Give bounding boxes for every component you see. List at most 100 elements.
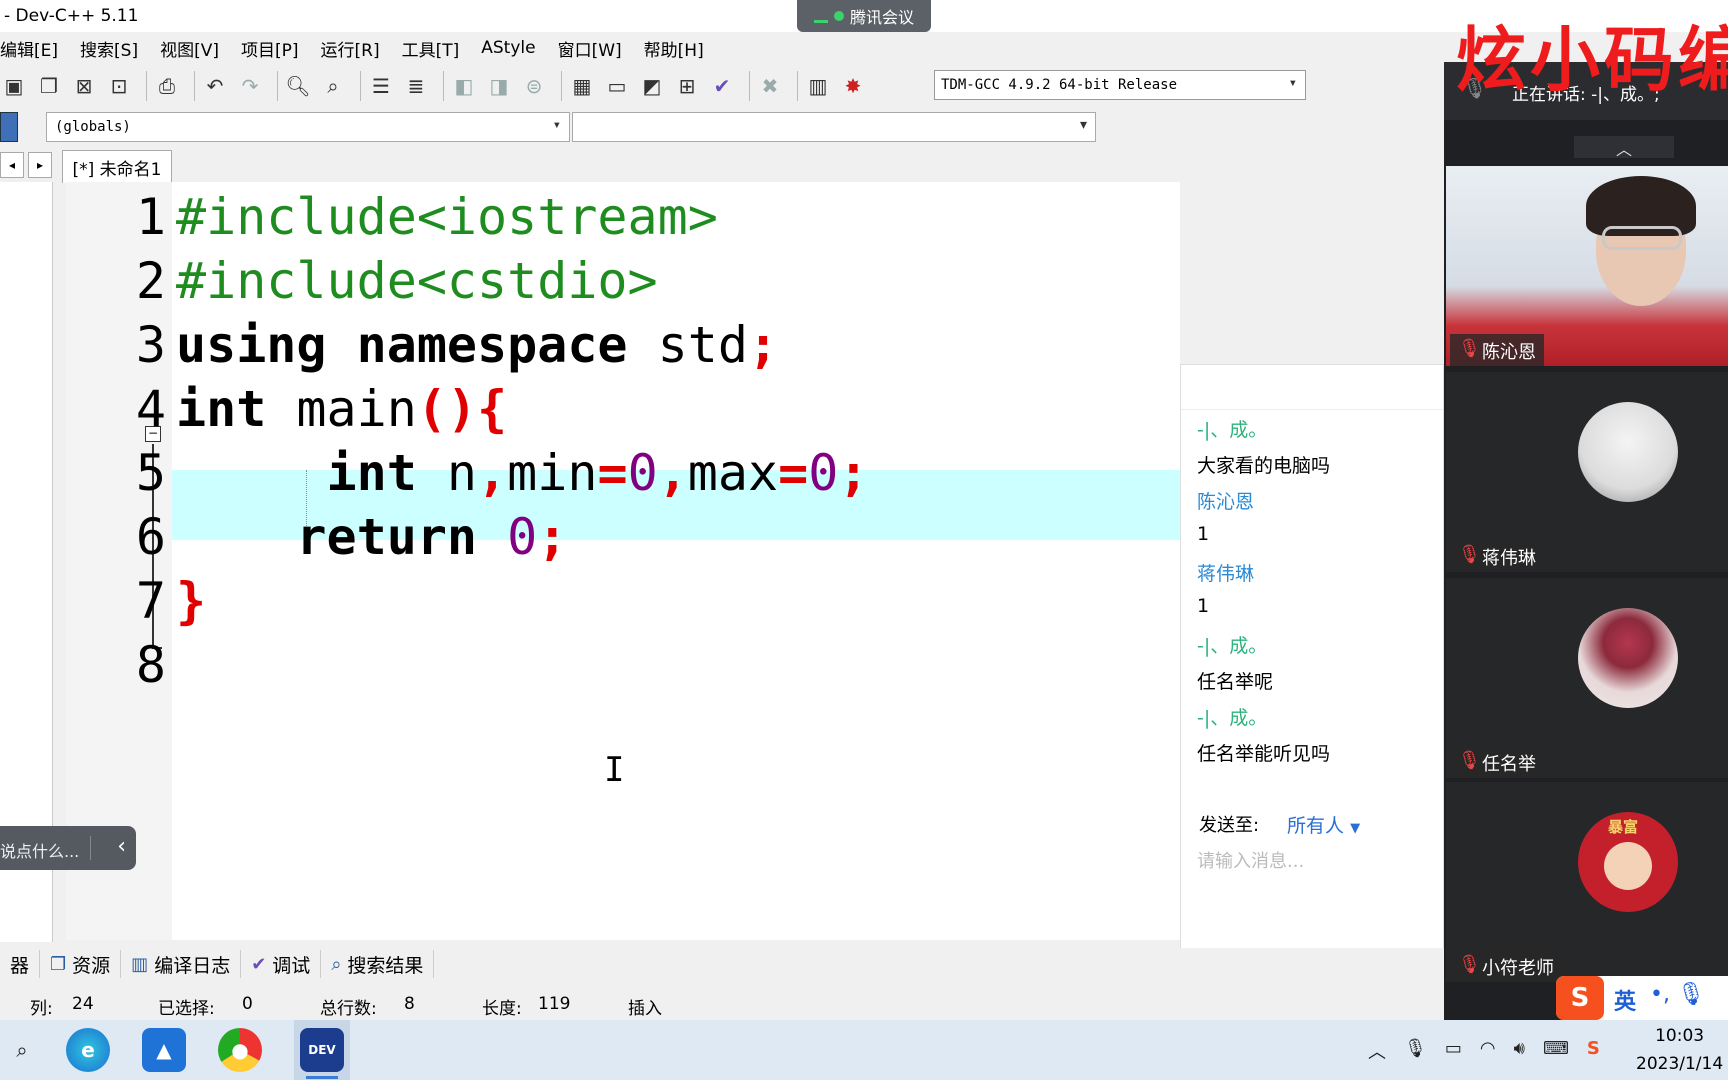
code-token: 0 [507,508,538,566]
code-token: ; [537,508,568,566]
collapse-button[interactable]: ︿ [1574,136,1674,159]
signal-icon [813,10,828,23]
line-number: 4 [135,380,166,438]
menu-project[interactable]: 项目[P] [241,36,299,61]
close-all-icon[interactable]: ⊡ [105,72,133,100]
menu-help[interactable]: 帮助[H] [644,36,704,61]
tab-resources[interactable]: ❐ 资源 [40,950,122,978]
code-token: } [176,572,207,630]
chat-input[interactable]: 请输入消息... [1197,847,1304,873]
ime-lang[interactable]: 英 [1614,984,1636,1016]
col-label: 列: [30,999,53,1019]
grid-icon[interactable]: ⊞ [673,72,701,100]
profile-delete-icon[interactable]: ✸ [839,72,867,100]
volume-icon[interactable]: 🔊︎ [1514,1038,1525,1064]
ime-bar[interactable]: S 英 •, 🎙︎ [1556,976,1728,1020]
chevron-down-icon: ▾ [1079,117,1087,133]
code-token: int [176,380,267,438]
tab-next-icon[interactable]: ▸ [28,152,52,178]
save-all-icon[interactable]: ❐ [35,72,63,100]
code-token: , [657,444,688,502]
edge-icon[interactable]: e [66,1028,110,1072]
menu-search[interactable]: 搜索[S] [80,36,138,61]
code-token: #include<iostream> [176,188,718,246]
window-icon[interactable]: ▭ [603,72,631,100]
compiler-value: TDM-GCC 4.9.2 64-bit Release [941,77,1178,93]
close-file-icon[interactable]: ⊠ [70,72,98,100]
menu-astyle[interactable]: AStyle [481,38,535,58]
line-number: 5 [135,444,166,502]
find-icon[interactable]: 🔍︎ [284,72,312,100]
replace-icon[interactable]: ⌕ [319,72,347,100]
menu-view[interactable]: 视图[V] [160,36,219,61]
print-icon[interactable]: ⎙ [153,72,181,100]
class-browser-icon[interactable] [0,112,18,142]
chat-sender-name: 蒋伟琳 [1197,563,1255,585]
search-icon[interactable]: ⌕ [0,1028,44,1072]
save-icon[interactable]: ▣ [0,72,28,100]
code-token: 0 [627,444,658,502]
colors-icon[interactable]: ◩ [638,72,666,100]
devcpp-icon[interactable]: DEV [300,1028,344,1072]
function-select[interactable]: ▾ [572,112,1096,142]
menu-edit[interactable]: 编辑[E] [0,36,58,61]
code-editor[interactable]: − #include<iostream> #include<cstdio> usin… [66,182,1180,940]
glasses [1602,226,1682,250]
code-line: #include<cstdio> [176,246,658,316]
unindent-icon[interactable]: ≣ [402,72,430,100]
sogou-tray-icon[interactable]: S [1587,1038,1600,1064]
check-icon[interactable]: ✔ [708,72,736,100]
chrome-icon[interactable]: ● [218,1028,262,1072]
chevron-down-icon: ▾ [1288,75,1297,91]
menu-tools[interactable]: 工具[T] [402,36,460,61]
system-tray: ︿ 🎙︎ ▭ ◠ 🔊︎ ⌨ S [1368,1038,1600,1064]
goto-line-icon[interactable]: ⊜ [520,72,548,100]
code-token: using namespace [176,316,658,374]
tab-label: 器 [10,954,30,977]
scope-select[interactable]: (globals) ▾ [46,112,570,142]
avatar-badge: 暴富 [1608,818,1639,836]
redo-icon[interactable]: ↷ [236,72,264,100]
tab-compiler[interactable]: 器 [0,950,41,978]
meeting-indicator[interactable]: 腾讯会议 [797,0,931,32]
tab-compile-log[interactable]: ▥ 编译日志 [121,950,242,978]
send-to-select[interactable]: 所有人 ▼ [1287,811,1360,838]
chart-icon[interactable]: ▥ [804,72,832,100]
participant-name: 小符老师 [1482,958,1554,979]
brand-watermark: 炫小码编 [1456,19,1728,101]
compiler-select[interactable]: TDM-GCC 4.9.2 64-bit Release ▾ [934,70,1306,100]
chevron-up-icon[interactable]: ︿ [1368,1038,1386,1064]
indent-icon[interactable]: ☰ [367,72,395,100]
meeting-app-icon[interactable]: ▲ [142,1028,186,1072]
chevron-left-icon[interactable]: ‹ [117,834,126,859]
participant-name: 任名举 [1482,754,1536,775]
tab-file[interactable]: [*] 未命名1 [62,150,172,183]
bookmark-next-icon[interactable]: ◨ [485,72,513,100]
participant-video[interactable]: 🎙︎ 陈沁恩 [1446,166,1728,366]
bookmark-prev-icon[interactable]: ◧ [450,72,478,100]
new-class-icon[interactable]: ▦ [568,72,596,100]
lines-value: 8 [404,994,415,1014]
participant-tile[interactable]: 暴富 🎙︎ 小符老师 [1446,782,1728,982]
participant-tile[interactable]: 🎙︎ 蒋伟琳 [1446,372,1728,572]
undo-icon[interactable]: ↶ [201,72,229,100]
tab-debug[interactable]: ✔ 调试 [241,950,322,978]
microphone-icon[interactable]: 🎙︎ [1404,1038,1427,1064]
wifi-icon[interactable]: ◠ [1480,1038,1496,1064]
send-to-label: 发送至: [1199,815,1260,836]
menu-run[interactable]: 运行[R] [321,36,380,61]
clock[interactable]: 10:03 2023/1/14 [1636,1026,1723,1074]
stop-icon[interactable]: ✖ [756,72,784,100]
scope-value: (globals) [55,119,131,135]
battery-icon[interactable]: ▭ [1445,1038,1462,1064]
status-dot-icon [833,11,844,21]
ime-tools-icon[interactable]: •, 🎙︎ [1650,982,1705,1007]
keyboard-icon[interactable]: ⌨ [1543,1038,1569,1064]
tab-prev-icon[interactable]: ◂ [0,152,24,178]
length-label: 长度: [482,999,522,1019]
comment-input[interactable]: 说点什么... ‹ [0,826,136,870]
tab-search-results[interactable]: ⌕ 搜索结果 [321,950,435,978]
menu-window[interactable]: 窗口[W] [558,36,622,61]
participant-name-tag: 🎙︎ 任名举 [1450,746,1544,778]
participant-tile[interactable]: 🎙︎ 任名举 [1446,578,1728,778]
